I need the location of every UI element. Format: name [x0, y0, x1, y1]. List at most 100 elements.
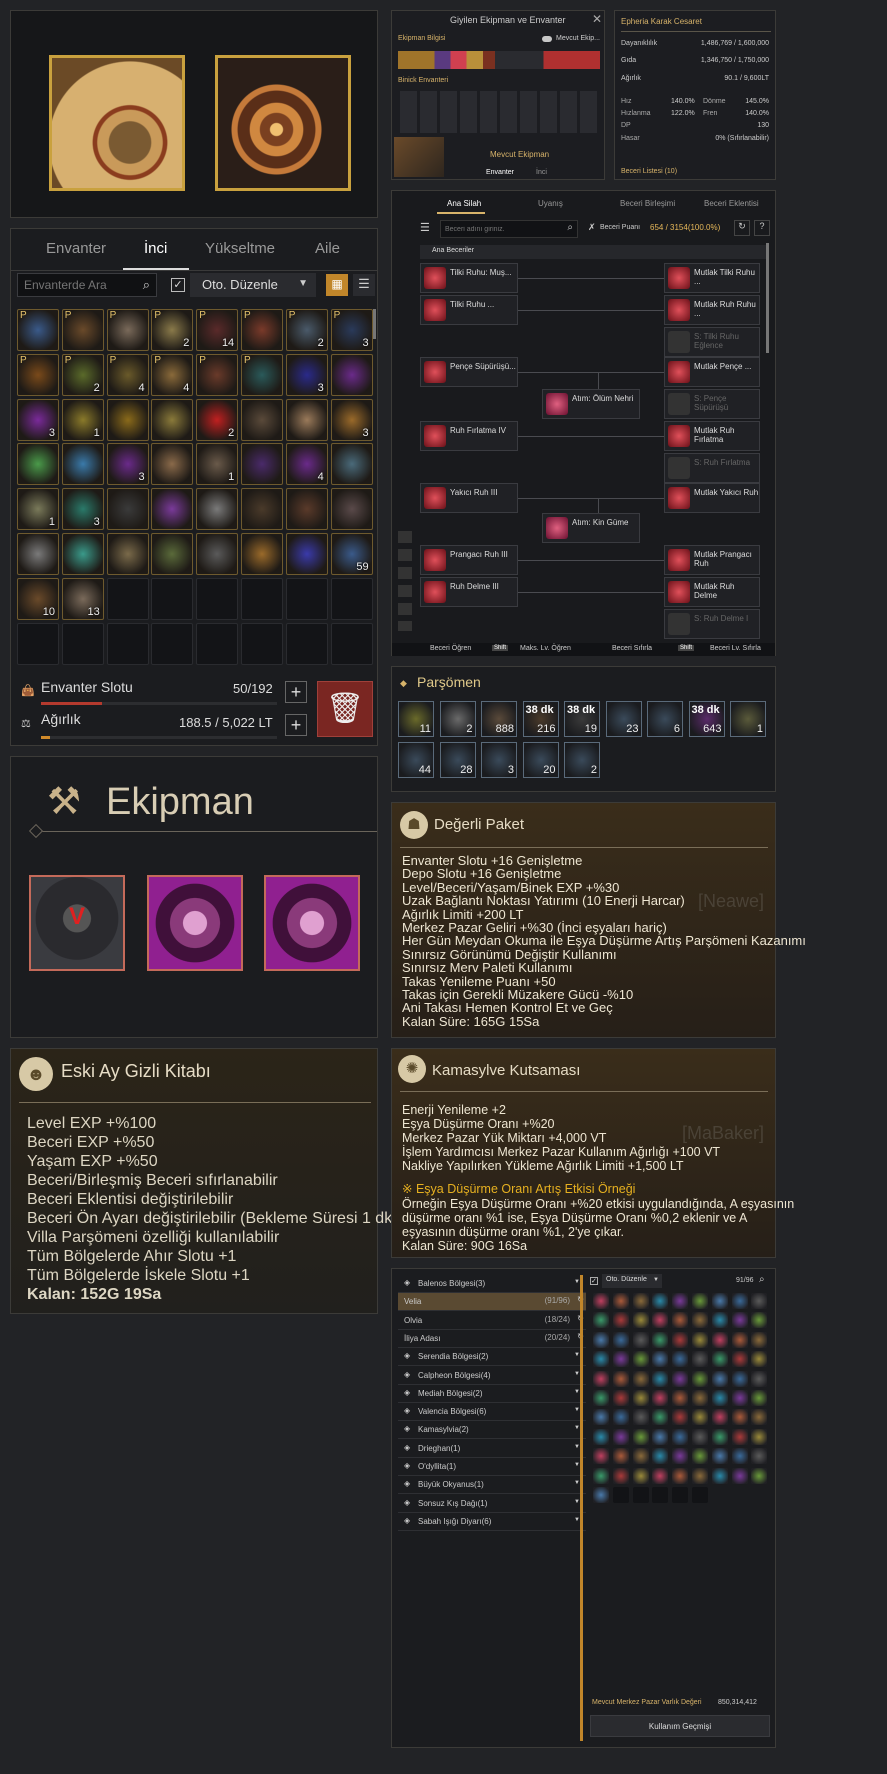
skill-node[interactable]: Yakıcı Ruh III — [420, 483, 518, 513]
usage-history-button[interactable]: Kullanım Geçmişi — [590, 1715, 770, 1737]
skill-search-box[interactable]: ⌕ — [440, 220, 578, 238]
inventory-slot[interactable] — [106, 533, 149, 575]
market-item[interactable] — [672, 1428, 689, 1445]
inventory-slot[interactable] — [151, 533, 194, 575]
region-item[interactable]: ◈ Büyük Okyanus(1) ▼ — [398, 1476, 586, 1495]
scroll-item[interactable]: 2 — [439, 701, 476, 737]
skill-node[interactable]: S: Tilki Ruhu Eğlence — [664, 327, 760, 357]
inventory-slot[interactable]: P — [241, 353, 283, 396]
scroll-item[interactable]: 28 — [439, 742, 476, 778]
inventory-slot[interactable] — [330, 488, 373, 531]
market-item[interactable] — [612, 1351, 629, 1368]
inventory-slot[interactable] — [17, 622, 59, 665]
market-item[interactable] — [593, 1312, 609, 1329]
market-item[interactable] — [593, 1293, 609, 1309]
inventory-slot[interactable]: P2 — [61, 353, 104, 396]
inventory-slot[interactable] — [61, 443, 104, 486]
market-item[interactable] — [711, 1331, 728, 1348]
market-item[interactable] — [593, 1467, 609, 1484]
reset-icon[interactable]: ↻ — [734, 220, 750, 236]
inventory-slot[interactable] — [196, 577, 239, 620]
inventory-slot[interactable] — [106, 577, 149, 620]
market-item[interactable] — [731, 1331, 748, 1348]
tab-inventory[interactable]: Envanter — [486, 169, 514, 176]
search-icon[interactable]: ⌕ — [143, 277, 150, 293]
skill-node[interactable]: Mutlak Tilki Ruhu ... — [664, 263, 760, 293]
market-item[interactable] — [612, 1448, 629, 1465]
market-item[interactable] — [593, 1390, 609, 1406]
skill-node[interactable]: Ruh Delme III — [420, 577, 518, 607]
inventory-slot[interactable] — [196, 488, 239, 531]
inventory-slot[interactable] — [151, 488, 194, 531]
inventory-slot[interactable]: 3 — [106, 443, 149, 486]
market-item[interactable] — [692, 1370, 708, 1387]
market-item[interactable] — [612, 1428, 629, 1445]
market-item[interactable] — [731, 1409, 748, 1426]
market-item[interactable] — [692, 1448, 708, 1465]
market-item[interactable] — [711, 1390, 728, 1406]
search-icon[interactable]: ⌕ — [567, 222, 573, 233]
region-item[interactable]: ◈ Balenos Bölgesi(3) ▼ — [398, 1275, 586, 1293]
scroll-item[interactable]: 6 — [647, 701, 683, 737]
market-item[interactable] — [711, 1312, 728, 1329]
market-item[interactable] — [632, 1467, 649, 1484]
add-slot-button[interactable]: + — [285, 681, 307, 703]
inventory-slot[interactable] — [241, 443, 283, 486]
inventory-slot[interactable] — [285, 533, 328, 575]
skill-search-input[interactable] — [445, 223, 555, 235]
inventory-slot[interactable]: P3 — [330, 309, 373, 351]
market-item[interactable] — [632, 1293, 649, 1309]
scroll-item[interactable]: 1 — [730, 701, 766, 737]
market-item[interactable] — [751, 1370, 768, 1387]
region-item[interactable]: İliya Adası(20/24)↻ — [398, 1330, 586, 1348]
current-equipment-button[interactable]: Mevcut Ekipman — [490, 150, 549, 159]
skill-node[interactable]: Mutlak Prangacı Ruh — [664, 545, 760, 575]
market-item[interactable] — [652, 1351, 669, 1368]
inventory-slot[interactable] — [241, 622, 283, 665]
market-item[interactable] — [632, 1312, 649, 1329]
scroll-item[interactable]: 888 — [481, 701, 517, 737]
inventory-slot[interactable] — [151, 443, 194, 486]
tab-upgrade[interactable]: Yükseltme — [205, 240, 275, 257]
region-item[interactable]: ◈ Serendia Bölgesi(2) ▼ — [398, 1348, 586, 1367]
current-equip-toggle[interactable] — [542, 36, 552, 42]
inventory-slot[interactable] — [151, 622, 194, 665]
market-item[interactable] — [692, 1351, 708, 1368]
scroll-item[interactable]: 38 dk 643 — [688, 701, 725, 737]
inventory-slot[interactable] — [241, 533, 283, 575]
market-item[interactable] — [612, 1467, 629, 1484]
inventory-slot[interactable]: 1 — [17, 488, 59, 531]
inventory-slot[interactable] — [330, 577, 373, 620]
inventory-slot[interactable] — [61, 533, 104, 575]
inventory-slot[interactable]: 2 — [196, 398, 239, 441]
market-item[interactable] — [731, 1293, 748, 1309]
inventory-slot[interactable]: P4 — [151, 353, 194, 396]
inventory-slot[interactable]: P — [17, 309, 59, 351]
inventory-slot[interactable] — [330, 622, 373, 665]
inventory-slot[interactable]: 3 — [330, 398, 373, 441]
scroll-item[interactable]: 11 — [398, 701, 434, 737]
skill-node[interactable]: S: Ruh Fırlatma — [664, 453, 760, 483]
inventory-slot[interactable] — [330, 353, 373, 396]
inventory-slot[interactable] — [61, 622, 104, 665]
skill-node[interactable]: Mutlak Ruh Ruhu ... — [664, 295, 760, 325]
market-item[interactable] — [692, 1390, 708, 1406]
tab-awakening[interactable]: Uyanış — [538, 199, 563, 208]
market-item[interactable] — [751, 1293, 768, 1309]
inventory-slot[interactable] — [151, 577, 194, 620]
inventory-slot[interactable]: 3 — [285, 353, 328, 396]
market-item[interactable] — [612, 1293, 629, 1309]
scrollbar[interactable] — [373, 309, 376, 339]
market-item[interactable] — [632, 1331, 649, 1348]
market-item[interactable] — [692, 1428, 708, 1445]
market-item[interactable] — [751, 1467, 768, 1484]
market-item[interactable] — [652, 1448, 669, 1465]
skill-group-header[interactable]: Ana Beceriler — [420, 245, 766, 259]
region-item[interactable]: ◈ Calpheon Bölgesi(4) ▼ — [398, 1367, 586, 1385]
learn-max-level[interactable]: Maks. Lv. Öğren — [520, 645, 571, 652]
market-item[interactable] — [632, 1351, 649, 1368]
inventory-slot[interactable]: P 14 — [196, 309, 239, 351]
skill-node[interactable]: Pençe Süpürüşü... — [420, 357, 518, 387]
inventory-slot[interactable] — [241, 488, 283, 531]
market-item[interactable] — [652, 1467, 669, 1484]
